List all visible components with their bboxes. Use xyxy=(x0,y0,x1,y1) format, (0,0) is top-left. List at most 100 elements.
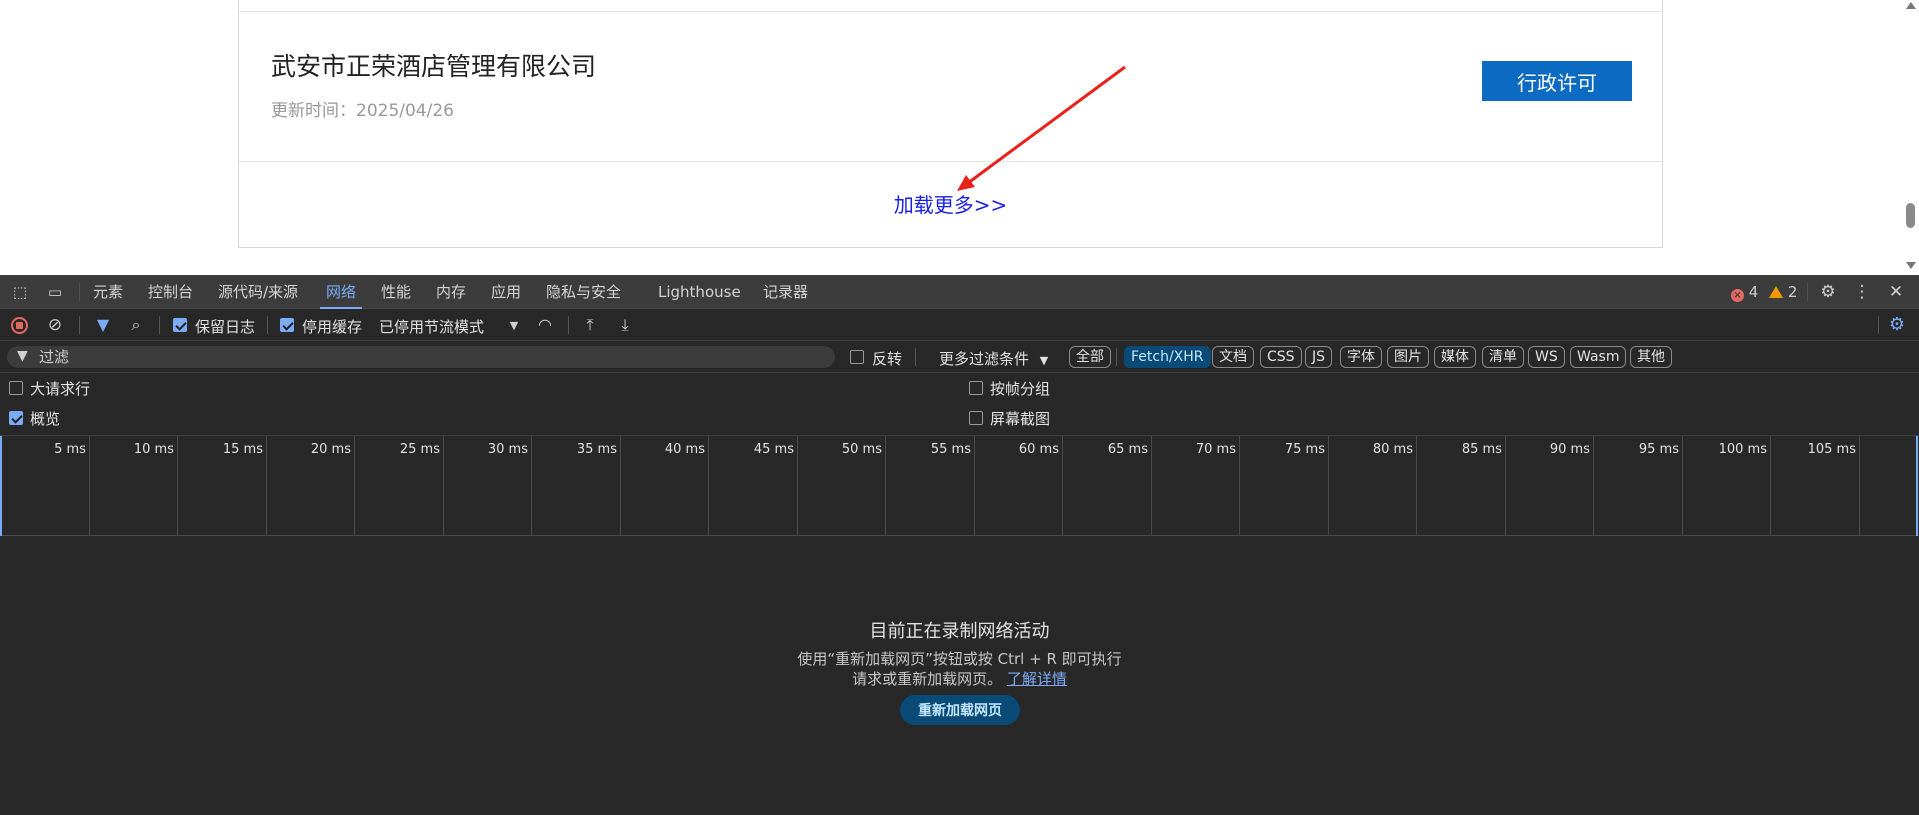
warning-count: 2 xyxy=(1787,283,1798,301)
update-time: 更新时间：2025/04/26 xyxy=(271,101,454,121)
tab-performance[interactable]: 性能 xyxy=(381,275,411,309)
timeline-gridline xyxy=(885,436,886,536)
import-har-icon[interactable]: ⤒ xyxy=(580,315,600,335)
tab-privacy-security[interactable]: 隐私与安全 xyxy=(546,275,621,309)
filter-chip-ws[interactable]: WS xyxy=(1528,346,1565,368)
network-options: 大请求行 概览 按帧分组 屏幕截图 xyxy=(0,373,1919,436)
error-icon: × xyxy=(1731,289,1744,302)
tab-network[interactable]: 网络 xyxy=(319,275,363,309)
tab-sources[interactable]: 源代码/来源 xyxy=(218,275,298,309)
timeline-tick-label: 50 ms xyxy=(841,442,882,457)
screenshots-checkbox[interactable] xyxy=(969,411,983,425)
filter-chip-font[interactable]: 字体 xyxy=(1340,346,1382,368)
timeline-gridline xyxy=(89,436,90,536)
throttling-select[interactable]: 已停用节流模式 xyxy=(379,316,484,337)
timeline-gridline xyxy=(1416,436,1417,536)
company-name[interactable]: 武安市正荣酒店管理有限公司 xyxy=(271,47,596,83)
timeline-gridline xyxy=(708,436,709,536)
separator xyxy=(267,316,268,334)
group-by-frame-checkbox[interactable] xyxy=(969,381,983,395)
page-scrollbar[interactable] xyxy=(1902,0,1919,275)
settings-gear-icon[interactable]: ⚙ xyxy=(1818,283,1838,301)
timeline-tick-label: 5 ms xyxy=(54,442,86,457)
filter-chip-doc[interactable]: 文档 xyxy=(1212,346,1254,368)
timeline-gridline xyxy=(1151,436,1152,536)
timeline-tick-label: 80 ms xyxy=(1372,442,1413,457)
timeline-tick-label: 90 ms xyxy=(1549,442,1590,457)
more-filters-dropdown[interactable]: 更多过滤条件 ▼ xyxy=(939,348,1048,369)
overview-checkbox[interactable] xyxy=(9,411,23,425)
timeline-gridline xyxy=(1328,436,1329,536)
tab-elements[interactable]: 元素 xyxy=(93,275,123,309)
tab-application[interactable]: 应用 xyxy=(491,275,521,309)
search-icon[interactable]: ⌕ xyxy=(126,315,146,335)
timeline-tick-label: 11 xyxy=(1874,442,1919,457)
filter-chip-img[interactable]: 图片 xyxy=(1387,346,1429,368)
tab-console[interactable]: 控制台 xyxy=(148,275,193,309)
timeline-gridline xyxy=(177,436,178,536)
device-toolbar-icon[interactable]: ▭ xyxy=(45,283,65,301)
disable-cache-checkbox[interactable] xyxy=(280,318,294,332)
timeline-tick-label: 105 ms xyxy=(1807,442,1856,457)
invert-checkbox[interactable] xyxy=(850,350,864,364)
filter-chip-media[interactable]: 媒体 xyxy=(1434,346,1476,368)
load-more-link[interactable]: 加载更多>> xyxy=(239,189,1662,218)
inspect-element-icon[interactable]: ⬚ xyxy=(10,283,30,301)
tab-memory[interactable]: 内存 xyxy=(436,275,466,309)
more-options-icon[interactable]: ⋮ xyxy=(1852,283,1872,301)
timeline-gridline xyxy=(531,436,532,536)
filter-chip-manifest[interactable]: 清单 xyxy=(1482,346,1524,368)
tab-recorder[interactable]: 记录器 xyxy=(763,275,808,309)
timeline-gridline xyxy=(1859,436,1860,536)
issue-counter[interactable]: × 4 2 xyxy=(1731,275,1797,309)
timeline-tick-label: 20 ms xyxy=(310,442,351,457)
scroll-down-icon[interactable] xyxy=(1906,262,1916,269)
timeline-gridline xyxy=(266,436,267,536)
filter-chip-other[interactable]: 其他 xyxy=(1630,346,1672,368)
preserve-log-checkbox[interactable] xyxy=(173,318,187,332)
empty-state-instruction-2: 请求或重新加载网页。 了解详情 xyxy=(0,668,1919,689)
timeline-gridline xyxy=(1062,436,1063,536)
filter-chip-fetch-xhr[interactable]: Fetch/XHR xyxy=(1124,346,1211,368)
timeline-left-handle[interactable] xyxy=(0,436,2,536)
learn-more-link[interactable]: 了解详情 xyxy=(1007,670,1067,688)
empty-state: 目前正在录制网络活动 使用“重新加载网页”按钮或按 Ctrl + R 即可执行 … xyxy=(0,537,1919,815)
timeline-tick-label: 100 ms xyxy=(1718,442,1767,457)
scroll-up-icon[interactable] xyxy=(1906,2,1916,9)
reload-page-button[interactable]: 重新加载网页 xyxy=(900,695,1020,725)
invert-label: 反转 xyxy=(872,350,903,368)
close-devtools-icon[interactable]: ✕ xyxy=(1886,283,1906,301)
scrollbar-thumb[interactable] xyxy=(1906,203,1915,228)
filter-chip-all[interactable]: 全部 xyxy=(1069,346,1111,368)
big-request-rows-checkbox[interactable] xyxy=(9,381,23,395)
filter-chip-js[interactable]: JS xyxy=(1305,346,1333,368)
separator xyxy=(79,316,80,334)
preserve-log-label: 保留日志 xyxy=(195,318,256,336)
timeline-gridline xyxy=(1770,436,1771,536)
filter-chip-wasm[interactable]: Wasm xyxy=(1570,346,1627,368)
timeline-gridline xyxy=(974,436,975,536)
empty-state-title: 目前正在录制网络活动 xyxy=(869,621,1050,642)
filter-chip-css[interactable]: CSS xyxy=(1260,346,1302,368)
network-conditions-icon[interactable]: ◠ xyxy=(535,315,555,335)
empty-state-text: 请求或重新加载网页。 xyxy=(852,670,1003,688)
timeline-gridline xyxy=(797,436,798,536)
filter-field[interactable]: ▼ xyxy=(7,346,835,368)
timeline-tick-label: 15 ms xyxy=(222,442,263,457)
timeline-gridline xyxy=(1593,436,1594,536)
network-settings-gear-icon[interactable]: ⚙ xyxy=(1887,315,1907,335)
timeline-gridline xyxy=(620,436,621,536)
warning-icon xyxy=(1769,286,1784,298)
clear-icon[interactable]: ⊘ xyxy=(45,315,65,335)
filter-funnel-icon[interactable]: ▼ xyxy=(93,315,113,335)
filter-input[interactable] xyxy=(39,347,819,367)
export-har-icon[interactable]: ⤓ xyxy=(615,315,635,335)
administrative-permit-button[interactable]: 行政许可 xyxy=(1482,61,1632,101)
tab-lighthouse[interactable]: Lighthouse xyxy=(658,275,741,309)
timeline-tick-label: 35 ms xyxy=(576,442,617,457)
timeline-overview[interactable]: 5 ms 10 ms 15 ms 20 ms 25 ms 30 ms 35 ms 40 ms 4… xyxy=(0,436,1919,536)
timeline-tick-label: 40 ms xyxy=(664,442,705,457)
timeline-tick-label: 55 ms xyxy=(930,442,971,457)
chevron-down-icon[interactable]: ▼ xyxy=(504,316,524,336)
record-stop-icon[interactable] xyxy=(11,317,28,334)
